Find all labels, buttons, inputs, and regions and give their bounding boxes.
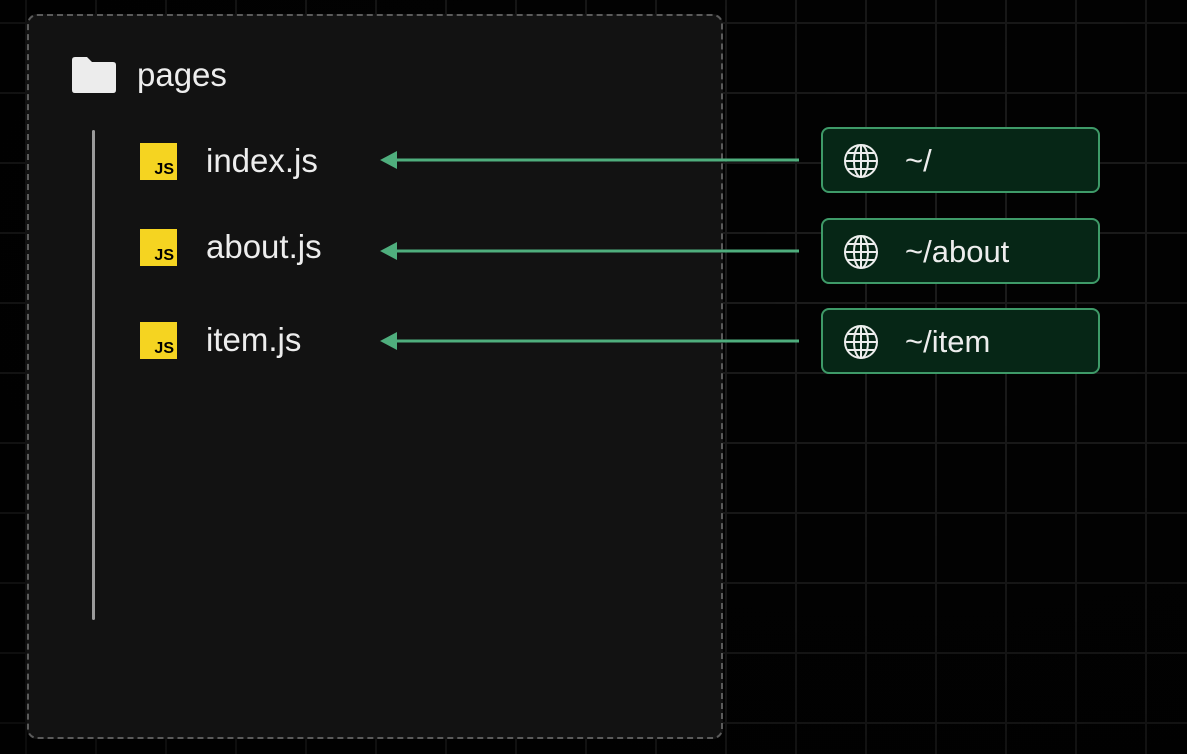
pages-folder-panel <box>27 14 723 739</box>
folder-name: pages <box>137 56 227 93</box>
route-box-root: ~/ <box>821 127 1100 193</box>
globe-icon <box>844 144 878 178</box>
globe-icon <box>844 325 878 359</box>
route-box-about: ~/about <box>821 218 1100 284</box>
file-name-index: index.js <box>206 142 318 179</box>
javascript-file-icon: JS <box>140 229 177 266</box>
folder-icon <box>72 57 116 93</box>
tree-connector-line <box>92 130 95 620</box>
route-path-root: ~/ <box>905 143 932 178</box>
globe-icon <box>844 235 878 269</box>
route-path-item: ~/item <box>905 324 991 359</box>
file-name-item: item.js <box>206 321 302 358</box>
file-name-about: about.js <box>206 228 322 265</box>
route-path-about: ~/about <box>905 234 1010 269</box>
javascript-file-icon: JS <box>140 322 177 359</box>
diagram-canvas: pages JS index.js JS about.js JS item.js <box>0 0 1187 754</box>
route-box-item: ~/item <box>821 308 1100 374</box>
javascript-file-icon: JS <box>140 143 177 180</box>
